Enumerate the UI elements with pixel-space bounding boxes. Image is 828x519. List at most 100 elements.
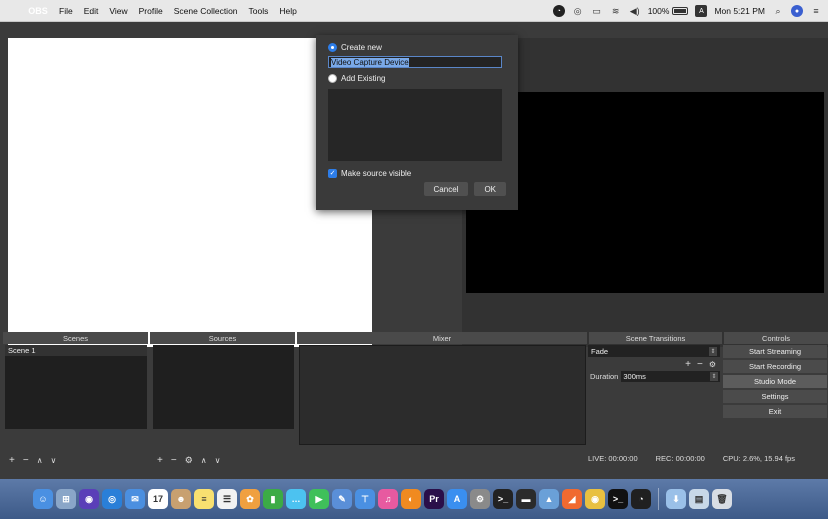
sources-list[interactable] — [153, 345, 294, 429]
finder-icon[interactable]: ☺ — [33, 489, 53, 509]
program-canvas[interactable] — [466, 92, 824, 293]
trash-icon[interactable]: 🗑 — [712, 489, 732, 509]
menu-bar: OBS File Edit View Profile Scene Collect… — [0, 0, 828, 22]
transmit-icon[interactable]: ▲ — [539, 489, 559, 509]
spotlight-search-icon[interactable]: ⌕ — [772, 5, 784, 17]
menu-profile[interactable]: Profile — [139, 6, 163, 16]
app-store-icon[interactable]: A — [447, 489, 467, 509]
dialog-buttons: Cancel OK — [423, 182, 506, 196]
move-scene-up-icon[interactable]: ∧ — [37, 456, 43, 465]
remove-source-icon[interactable]: − — [171, 455, 177, 466]
transition-gear-icon[interactable]: ⚙ — [709, 360, 716, 369]
xcode-like-icon[interactable]: ▬ — [516, 489, 536, 509]
siri-icon[interactable]: ● — [791, 5, 803, 17]
add-existing-radio[interactable] — [328, 74, 337, 83]
volume-icon[interactable]: ◀) — [629, 5, 641, 17]
system-preferences-icon[interactable]: ⚙ — [470, 489, 490, 509]
scenes-list[interactable]: Scene 1 — [5, 345, 147, 429]
create-new-label: Create new — [341, 43, 382, 52]
remove-transition-icon[interactable]: − — [697, 359, 703, 370]
start-recording-button[interactable]: Start Recording — [723, 360, 827, 373]
battery-indicator[interactable]: 100% — [648, 6, 689, 16]
launchpad-icon[interactable]: ⊞ — [56, 489, 76, 509]
obs-status-icon[interactable]: ◔ — [552, 5, 565, 17]
chrome-icon[interactable]: ◉ — [585, 489, 605, 509]
notes-icon[interactable]: ≡ — [194, 489, 214, 509]
add-existing-option[interactable]: Add Existing — [328, 72, 506, 85]
dock-apps: ☺ ⊞ ◉ ◎ ✉ 17 ☻ ≡ ☰ ✿ ▮… ▶ ✎ ⊤ ♫ ◐ Pr A ⚙ >_ ▬ ▲ ◢ ◉ >_ ◔ ⬇ ▤ 🗑 — [33, 482, 823, 516]
duration-label: Duration — [590, 372, 619, 381]
siri-icon[interactable]: ◉ — [79, 489, 99, 509]
battery-percent: 100% — [647, 6, 670, 16]
menu-scene-collection[interactable]: Scene Collection — [174, 6, 238, 16]
menubar-clock[interactable]: Mon 5:21 PM — [714, 6, 765, 16]
photos-icon[interactable]: ✿ — [240, 489, 260, 509]
ok-button[interactable]: OK — [474, 182, 506, 196]
itunes-icon[interactable]: ♫ — [378, 489, 398, 509]
scene-item[interactable]: Scene 1 — [5, 345, 147, 356]
safari-icon[interactable]: ◎ — [102, 489, 122, 509]
add-source-icon[interactable]: + — [157, 455, 163, 466]
make-visible-option[interactable]: ✓ Make source visible — [328, 167, 506, 179]
numbers-icon[interactable]: ▮ — [263, 489, 283, 509]
reminders-icon[interactable]: ☰ — [217, 489, 237, 509]
scenes-toolbar: + − ∧ ∨ — [5, 453, 56, 467]
sources-toolbar: + − ⚙ ∧ ∨ — [153, 453, 220, 467]
menu-obs[interactable]: OBS — [28, 1, 48, 21]
obs-icon[interactable]: ◔ — [631, 489, 651, 509]
premiere-icon[interactable]: Pr — [424, 489, 444, 509]
move-source-up-icon[interactable]: ∧ — [201, 456, 207, 465]
transition-select[interactable]: Fade ⇕ — [588, 345, 720, 357]
mail-icon[interactable]: ✉ — [125, 489, 145, 509]
audio-mixer[interactable] — [299, 345, 586, 445]
existing-sources-list[interactable] — [328, 89, 502, 161]
menu-help[interactable]: Help — [279, 6, 296, 16]
remove-scene-icon[interactable]: − — [23, 455, 29, 466]
pages-icon[interactable]: ✎ — [332, 489, 352, 509]
create-new-option[interactable]: Create new — [328, 41, 506, 54]
studio-mode-button[interactable]: Studio Mode — [723, 375, 827, 388]
messages-icon[interactable]: … — [286, 489, 306, 509]
dock-headers: Scenes Sources Mixer Scene Transitions C… — [3, 332, 828, 344]
contacts-icon[interactable]: ☻ — [171, 489, 191, 509]
ibooks-icon[interactable]: ◐ — [401, 489, 421, 509]
create-source-dialog: Create new Video Capture Device Add Exis… — [316, 35, 518, 210]
transition-value: Fade — [591, 346, 609, 356]
menu-edit[interactable]: Edit — [84, 6, 99, 16]
terminal-icon[interactable]: >_ — [493, 489, 513, 509]
airplay-icon[interactable]: ▭ — [591, 5, 603, 17]
menu-file[interactable]: File — [59, 6, 73, 16]
terminal2-icon[interactable]: >_ — [608, 489, 628, 509]
move-source-down-icon[interactable]: ∨ — [215, 456, 221, 465]
start-streaming-button[interactable]: Start Streaming — [723, 345, 827, 358]
duration-spinbox[interactable]: 300ms ⇕ — [621, 371, 720, 382]
add-transition-icon[interactable]: + — [685, 359, 691, 370]
airdrop-icon[interactable]: ◎ — [572, 5, 584, 17]
mixer-header: Mixer — [297, 332, 587, 344]
duration-value: 300ms — [623, 372, 646, 381]
make-visible-checkbox[interactable]: ✓ — [328, 168, 337, 178]
transition-toolbar: + − ⚙ — [588, 357, 720, 371]
add-scene-icon[interactable]: + — [9, 455, 15, 466]
calendar-icon[interactable]: 17 — [148, 489, 168, 509]
facetime-icon[interactable]: ▶ — [309, 489, 329, 509]
create-new-radio[interactable] — [328, 43, 337, 52]
input-source-icon[interactable]: A — [695, 5, 708, 17]
menu-view[interactable]: View — [109, 6, 127, 16]
source-name-input[interactable]: Video Capture Device — [328, 56, 502, 68]
documents-stack-icon[interactable]: ▤ — [689, 489, 709, 509]
source-properties-gear-icon[interactable]: ⚙ — [185, 455, 193, 466]
move-scene-down-icon[interactable]: ∨ — [51, 456, 57, 465]
wifi-icon[interactable]: ≋ — [610, 5, 622, 17]
downloads-stack-icon[interactable]: ⬇ — [666, 489, 686, 509]
swift-icon[interactable]: ◢ — [562, 489, 582, 509]
settings-button[interactable]: Settings — [723, 390, 827, 403]
exit-button[interactable]: Exit — [723, 405, 827, 418]
scenes-header: Scenes — [3, 332, 148, 344]
menu-tools[interactable]: Tools — [249, 6, 269, 16]
keynote-icon[interactable]: ⊤ — [355, 489, 375, 509]
cancel-button[interactable]: Cancel — [423, 182, 469, 196]
battery-icon — [672, 7, 689, 15]
notification-center-icon[interactable]: ≡ — [810, 5, 822, 17]
spin-arrows-icon[interactable]: ⇕ — [710, 372, 718, 381]
